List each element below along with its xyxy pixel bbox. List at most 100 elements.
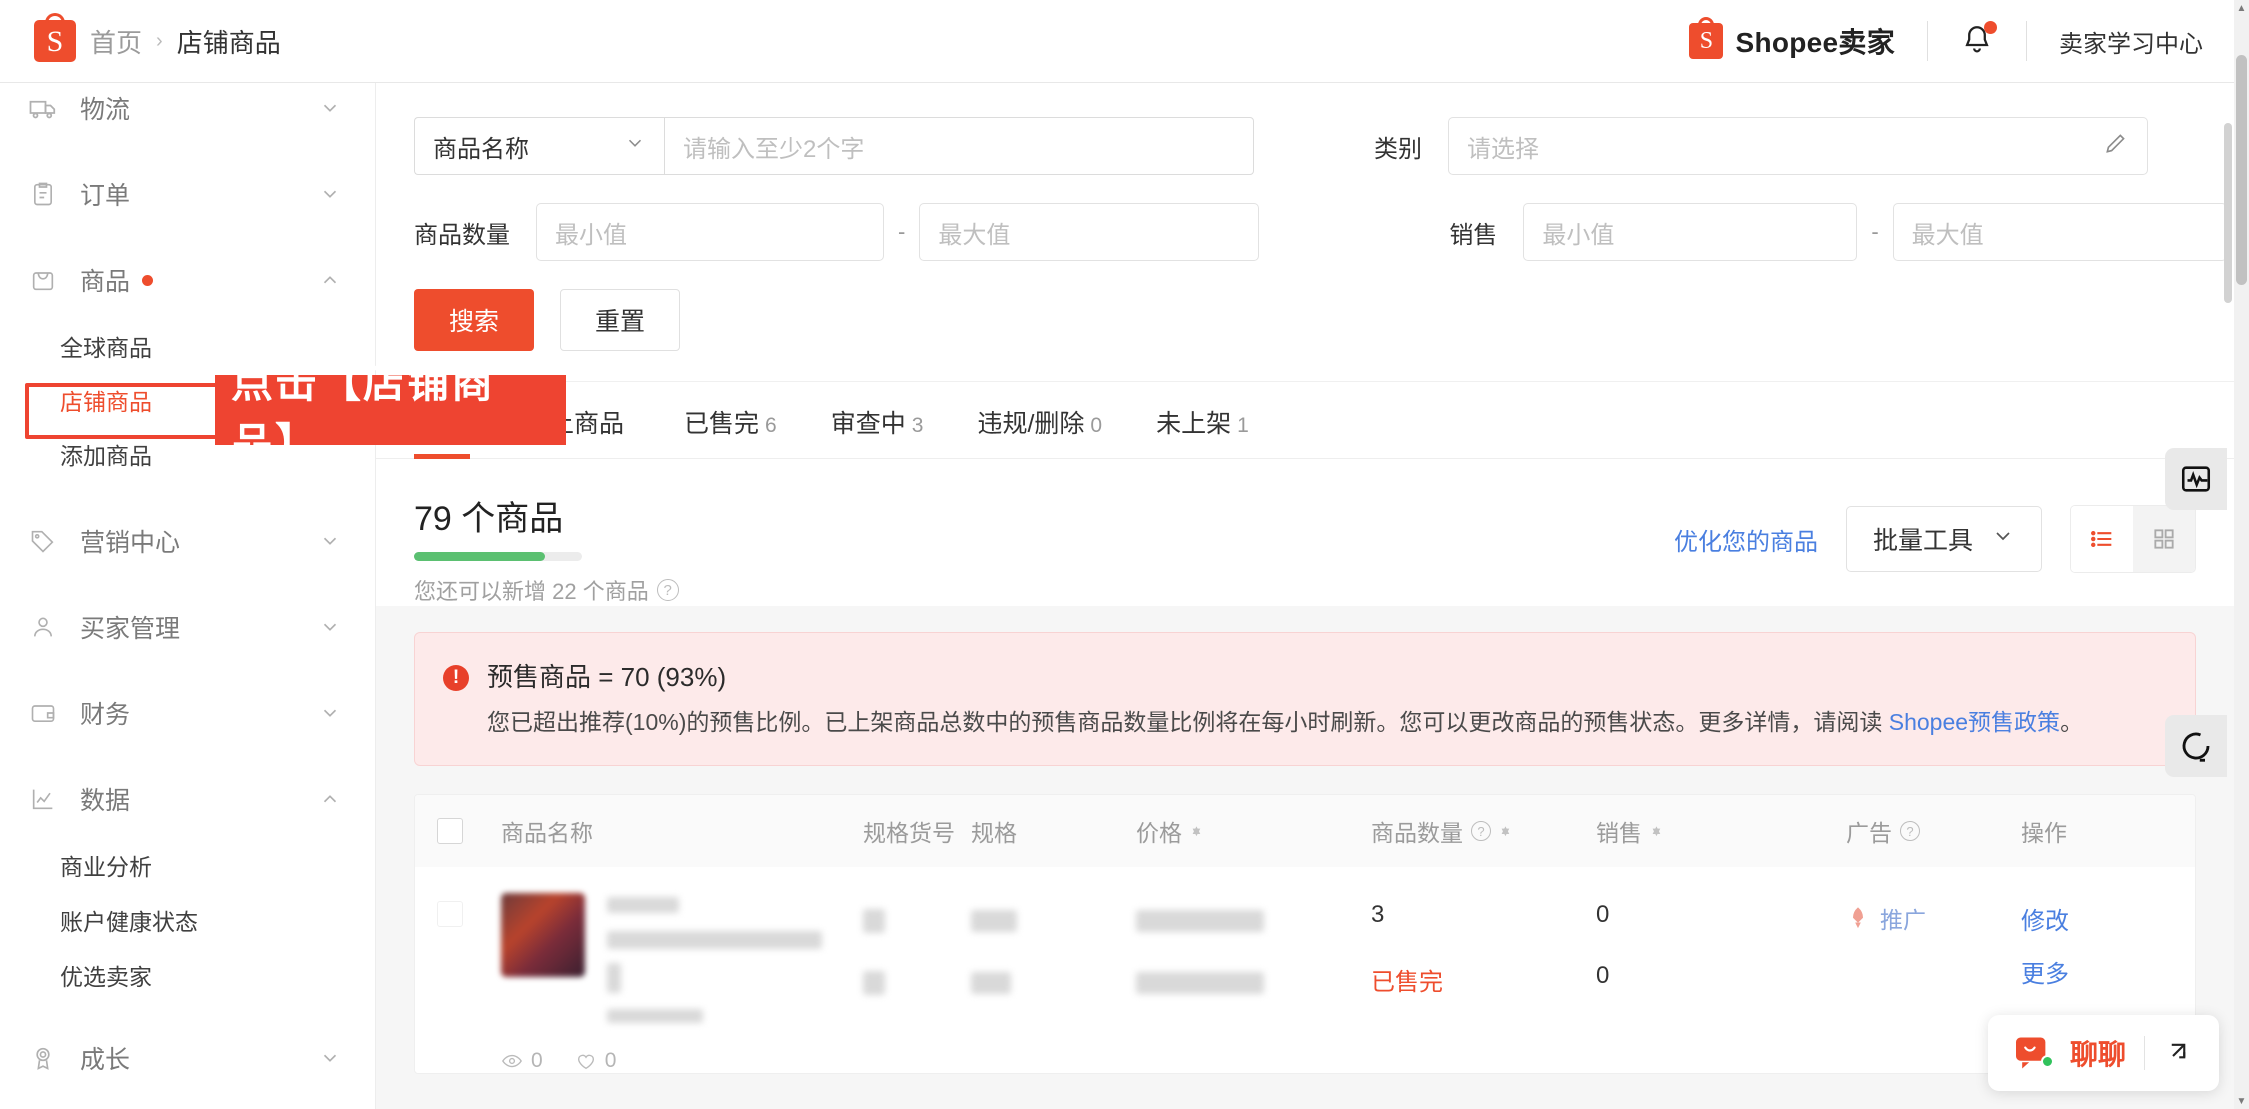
column-header-ads: 广告 ? — [1846, 814, 2021, 848]
product-views-count: 0 — [531, 1049, 543, 1073]
sidebar-label: 成长 — [80, 1040, 130, 1076]
product-summary[interactable] — [501, 867, 863, 1023]
page-scrollbar[interactable]: ▲ ▼ — [2234, 0, 2249, 1109]
sales-value-2: 0 — [1596, 962, 1846, 990]
sidebar-item-orders[interactable]: 订单 — [0, 151, 375, 237]
summary-actions: 优化您的商品 批量工具 — [1674, 491, 2196, 573]
top-bar: S 首页 › 店铺商品 S Shopee卖家 — [0, 0, 2249, 83]
product-name-field-select[interactable]: 商品名称 — [414, 117, 664, 175]
sales-label: 销售 — [1449, 215, 1497, 250]
tab-sold-out[interactable]: 已售完6 — [684, 404, 777, 458]
sidebar-item-customer-service[interactable]: 客户服务 — [0, 1101, 375, 1109]
select-all-checkbox[interactable] — [437, 818, 473, 844]
tab-count: 6 — [765, 414, 777, 437]
tab-unlisted[interactable]: 未上架1 — [1156, 404, 1249, 458]
breadcrumb-home[interactable]: 首页 — [90, 23, 142, 60]
quantity-filter: 商品数量 最小值 - 最大值 — [414, 203, 1259, 261]
sales-max-input[interactable]: 最大值 — [1893, 203, 2227, 261]
activity-monitor-button[interactable] — [2165, 448, 2227, 510]
notification-bell-button[interactable] — [1960, 22, 1994, 60]
edit-product-link[interactable]: 修改 — [2021, 901, 2069, 936]
grid-view-button[interactable] — [2133, 506, 2195, 572]
grid-view-icon — [2151, 526, 2177, 552]
sidebar-item-buyer-management[interactable]: 买家管理 — [0, 584, 375, 670]
column-header-name: 商品名称 — [473, 814, 863, 848]
sort-icon[interactable]: ▲▼ — [1190, 830, 1203, 832]
product-count-block: 79 个商品 您还可以新增 22 个商品 ? — [414, 491, 679, 606]
new-feature-dot — [142, 275, 153, 286]
quantity-min-input[interactable]: 最小值 — [536, 203, 884, 261]
brand-bag-icon: S — [1689, 23, 1723, 59]
sort-icon[interactable]: ▲▼ — [1650, 830, 1663, 832]
notification-badge-dot — [1984, 21, 1997, 34]
sidebar-item-growth[interactable]: 成长 — [0, 1015, 375, 1101]
chat-bubble-icon — [2014, 1036, 2052, 1070]
promote-label: 推广 — [1880, 901, 1926, 935]
loading-indicator-button[interactable] — [2165, 715, 2227, 777]
category-select[interactable]: 请选择 — [1448, 117, 2148, 175]
column-header-stock[interactable]: 商品数量 ? ▲▼ — [1371, 814, 1596, 848]
tab-reviewing[interactable]: 审查中3 — [831, 404, 924, 458]
pencil-icon[interactable] — [2103, 130, 2129, 163]
sort-icon[interactable]: ▲▼ — [1499, 830, 1512, 832]
sidebar-item-data[interactable]: 数据 — [0, 756, 375, 842]
sidebar-label: 商品 — [80, 262, 130, 298]
question-icon[interactable]: ? — [1471, 821, 1491, 841]
promote-button[interactable]: 推广 — [1846, 901, 2021, 935]
expand-arrow-icon[interactable] — [2163, 1036, 2193, 1071]
sales-min-input[interactable]: 最小值 — [1523, 203, 1857, 261]
search-button[interactable]: 搜索 — [414, 289, 534, 351]
column-header-sales[interactable]: 销售 ▲▼ — [1596, 814, 1846, 848]
presale-policy-link[interactable]: Shopee预售政策 — [1889, 709, 2060, 735]
shopee-logo-icon[interactable]: S — [34, 20, 76, 62]
product-thumbnail[interactable] — [501, 893, 585, 977]
page-scrollbar-thumb[interactable] — [2236, 55, 2247, 285]
content-scrollbar-thumb[interactable] — [2224, 123, 2232, 303]
sidebar-label: 财务 — [80, 695, 130, 731]
quota-progress-bar — [414, 552, 582, 561]
question-icon[interactable]: ? — [657, 579, 679, 601]
filter-actions: 搜索 重置 — [414, 289, 2196, 351]
quota-progress-fill — [414, 552, 545, 561]
chat-widget[interactable]: 聊聊 — [1988, 1015, 2219, 1091]
reset-button[interactable]: 重置 — [560, 289, 680, 351]
sidebar-item-marketing[interactable]: 营销中心 — [0, 498, 375, 584]
product-likes: 0 — [575, 1049, 617, 1073]
chevron-down-icon — [319, 183, 341, 205]
content-scrollbar[interactable] — [2221, 83, 2234, 1109]
sales-min-placeholder: 最小值 — [1542, 215, 1614, 250]
stock-cell: 3 已售完 — [1371, 867, 1596, 1073]
sidebar-item-account-health[interactable]: 账户健康状态 — [0, 897, 375, 942]
product-name-input[interactable]: 请输入至少2个字 — [664, 117, 1254, 175]
optimize-products-link[interactable]: 优化您的商品 — [1674, 522, 1818, 557]
product-likes-count: 0 — [605, 1049, 617, 1073]
tab-violation-deleted[interactable]: 违规/删除0 — [977, 404, 1102, 458]
sidebar-item-products[interactable]: 商品 — [0, 237, 375, 323]
sidebar-label: 营销中心 — [80, 523, 180, 559]
bulk-tools-button[interactable]: 批量工具 — [1846, 506, 2042, 572]
quantity-max-input[interactable]: 最大值 — [919, 203, 1259, 261]
bag-icon — [26, 263, 60, 297]
product-count-title: 79 个商品 — [414, 491, 679, 540]
category-placeholder: 请选择 — [1467, 129, 1539, 164]
column-header-price[interactable]: 价格 ▲▼ — [1136, 814, 1371, 848]
brand-logo[interactable]: S Shopee卖家 — [1689, 21, 1895, 61]
scroll-down-arrow[interactable]: ▼ — [2234, 1093, 2249, 1109]
sku-cell — [863, 867, 971, 1073]
sidebar-item-preferred-seller[interactable]: 优选卖家 — [0, 952, 375, 997]
main-content: 商品名称 请输入至少2个字 类别 请选择 — [376, 83, 2234, 1109]
row-checkbox[interactable] — [437, 867, 473, 1073]
product-stats: 0 0 — [501, 1049, 863, 1073]
list-view-button[interactable] — [2071, 506, 2133, 572]
top-bar-right: S Shopee卖家 卖家学习中心 — [1689, 21, 2249, 61]
sidebar-item-logistics[interactable]: 物流 — [0, 83, 375, 151]
sidebar-item-finance[interactable]: 财务 — [0, 670, 375, 756]
question-icon[interactable]: ? — [1900, 821, 1920, 841]
seller-learning-center-link[interactable]: 卖家学习中心 — [2059, 24, 2203, 59]
sidebar-item-business-analysis[interactable]: 商业分析 — [0, 842, 375, 887]
sidebar-label: 物流 — [80, 90, 130, 126]
scroll-up-arrow[interactable]: ▲ — [2234, 0, 2249, 16]
variation-cell — [971, 867, 1136, 1073]
more-actions-link[interactable]: 更多 — [2021, 954, 2069, 989]
tab-count: 1 — [1237, 414, 1249, 437]
